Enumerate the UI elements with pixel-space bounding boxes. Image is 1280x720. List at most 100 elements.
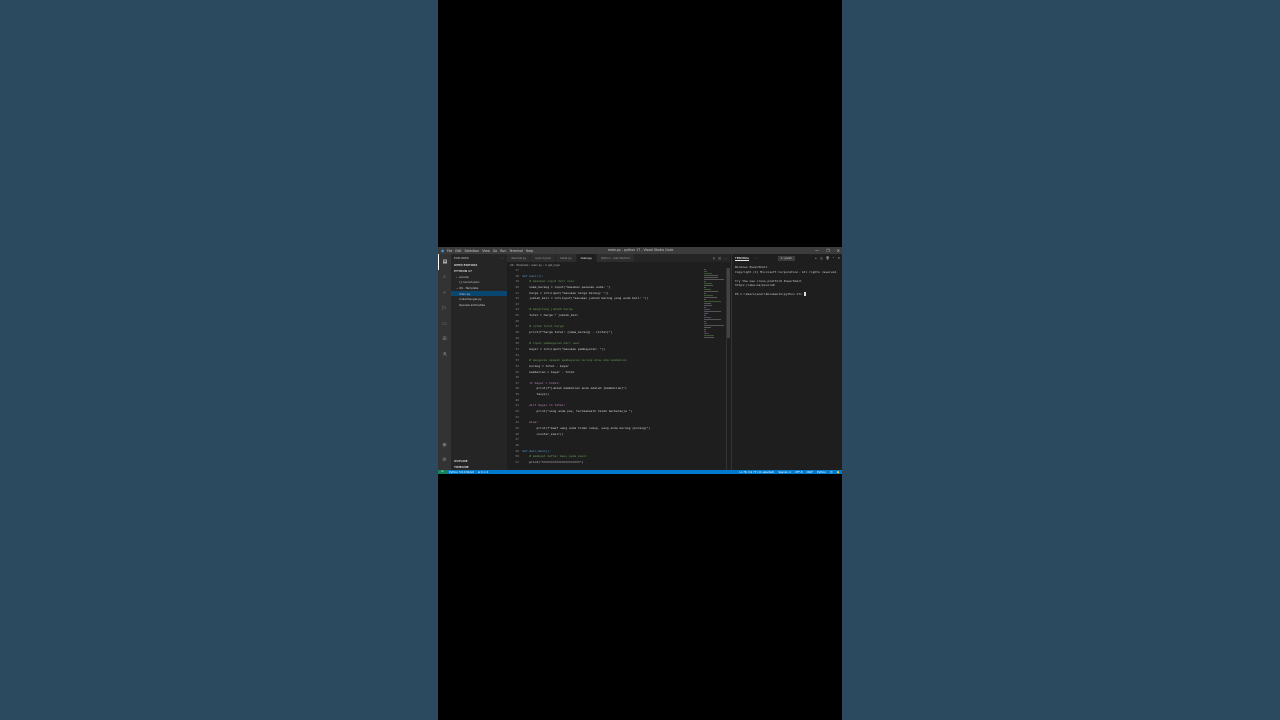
minimap-line bbox=[704, 327, 711, 328]
gear-icon[interactable]: ⚙ bbox=[438, 453, 451, 469]
extensions-icon[interactable]: ⊞ bbox=[438, 332, 451, 348]
explorer-more-button[interactable]: ··· bbox=[501, 256, 504, 260]
minimap-line bbox=[704, 323, 707, 324]
minimap-line bbox=[704, 319, 722, 320]
editor-tab[interactable]: tabel.py bbox=[556, 254, 577, 262]
cursor-position[interactable]: Ln 78, Col 77 (11 selected) bbox=[737, 471, 776, 474]
python-interpreter[interactable]: Python 3.9.0 64-bit bbox=[447, 471, 476, 474]
minimap-line bbox=[704, 281, 706, 282]
close-panel-icon[interactable]: ✕ bbox=[838, 256, 840, 260]
menu-view[interactable]: View bbox=[482, 249, 490, 253]
code-text: jumlah_beli = int(input("masukan jumlah … bbox=[522, 296, 649, 301]
minimap[interactable] bbox=[703, 268, 725, 348]
terminal-text: Try the new cross-platform PowerShell ht… bbox=[735, 278, 804, 288]
run-debug-icon[interactable]: ▷ bbox=[438, 301, 451, 317]
maximize-button[interactable]: ❐ bbox=[826, 247, 830, 254]
remote-indicator[interactable]: ⇆ bbox=[438, 470, 447, 474]
line-ending[interactable]: CRLF bbox=[804, 471, 815, 474]
feedback-icon[interactable]: ☺ bbox=[828, 471, 835, 474]
code-text: bayar = int(input("masukan pembayaran: "… bbox=[522, 346, 606, 351]
window-controls: — ❐ ✕ bbox=[815, 247, 840, 254]
code-text: print(f"harga total: {nama_barang} - {to… bbox=[522, 330, 613, 335]
minimap-line bbox=[704, 295, 714, 296]
editor-tab[interactable]: main.py bbox=[576, 254, 597, 262]
menu-selection[interactable]: Selection bbox=[465, 249, 480, 253]
minimap-line bbox=[704, 329, 706, 330]
language-mode[interactable]: Python bbox=[815, 471, 828, 474]
editor-tab[interactable]: launch.json bbox=[531, 254, 557, 262]
scrollbar-thumb[interactable] bbox=[727, 268, 730, 338]
code-text: counter_kasir() bbox=[522, 431, 564, 436]
code-editor[interactable]: 17 18 def kasir(): 19 # masukan input dari … bbox=[507, 268, 703, 470]
tab-terminal[interactable]: TERMINAL bbox=[735, 256, 750, 261]
minimap-line bbox=[704, 297, 718, 298]
split-editor-icon[interactable]: ◫ bbox=[718, 254, 721, 262]
remote-explorer-icon[interactable]: ▭ bbox=[438, 316, 451, 332]
editor-tab[interactable]: desimal.py bbox=[507, 254, 532, 262]
left-backdrop bbox=[0, 0, 438, 720]
minimap-line bbox=[704, 333, 709, 334]
explorer-header: EXPLORER bbox=[454, 256, 469, 260]
menu-edit[interactable]: Edit bbox=[455, 249, 461, 253]
terminal-text: Windows PowerShell bbox=[735, 265, 768, 269]
account-icon[interactable]: ◉ bbox=[438, 437, 451, 453]
minimap-line bbox=[704, 301, 721, 302]
search-icon[interactable]: ⌕ bbox=[438, 270, 451, 286]
minimap-line bbox=[704, 315, 706, 316]
maximize-panel-icon[interactable]: ⌃ bbox=[832, 256, 834, 260]
minimap-line bbox=[704, 311, 721, 312]
title-bar: ◆ File Edit Selection View Go Run Terminal Help… bbox=[438, 247, 842, 254]
panel-more-button[interactable]: ··· bbox=[755, 256, 758, 260]
minimap-line bbox=[704, 313, 709, 314]
activity-bar: ▤ ⌕ ⑂ ▷ ▭ ⊞ ⚗ ◉ ⚙ bbox=[438, 254, 451, 470]
minimap-line bbox=[704, 277, 718, 278]
menu-help[interactable]: Help bbox=[526, 249, 533, 253]
terminal-output[interactable]: Windows PowerShell Copyright (C) Microsof… bbox=[732, 262, 842, 300]
new-terminal-icon[interactable]: + bbox=[815, 256, 817, 260]
minimize-button[interactable]: — bbox=[815, 247, 819, 254]
editor-scrollbar[interactable] bbox=[726, 268, 730, 470]
code-text: print("=====================") bbox=[522, 459, 584, 464]
minimap-line bbox=[704, 275, 718, 276]
menu-run[interactable]: Run bbox=[500, 249, 506, 253]
notifications-icon[interactable]: 🔔 bbox=[835, 471, 842, 474]
minimap-line bbox=[704, 303, 712, 304]
minimap-line bbox=[704, 293, 706, 294]
file-tree-item[interactable]: Operasi aritmatika bbox=[451, 302, 507, 308]
minimap-line bbox=[704, 271, 708, 272]
minimap-line bbox=[704, 291, 719, 292]
menu-terminal[interactable]: Terminal bbox=[509, 249, 522, 253]
explorer-icon[interactable]: ▤ bbox=[438, 254, 451, 270]
menu-file[interactable]: File bbox=[447, 249, 452, 253]
editor-area: desimal.py launch.json tabel.py main.py Pyth… bbox=[507, 254, 730, 470]
minimap-line bbox=[704, 283, 712, 284]
terminal-line: PS C:\Users\acer\Documents\python 17> bbox=[735, 292, 840, 297]
source-control-icon[interactable]: ⑂ bbox=[438, 285, 451, 301]
terminal-line: Copyright (C) Microsoft Corporation. All… bbox=[735, 270, 840, 275]
kill-terminal-icon[interactable]: 🗑 bbox=[826, 256, 830, 260]
terminal-text: Copyright (C) Microsoft Corporation. All… bbox=[735, 269, 838, 274]
editor-tabs: desimal.py launch.json tabel.py main.py Pyth… bbox=[507, 254, 730, 262]
terminal-line: Try the new cross-platform PowerShell ht… bbox=[735, 279, 840, 288]
minimap-line bbox=[704, 279, 724, 280]
terminal-selector[interactable]: 1: pwsh bbox=[777, 255, 795, 261]
run-file-icon[interactable]: ▷ bbox=[713, 254, 715, 262]
testing-icon[interactable]: ⚗ bbox=[438, 347, 451, 363]
minimap-line bbox=[704, 317, 711, 318]
vscode-window: ◆ File Edit Selection View Go Run Terminal Help… bbox=[438, 247, 842, 474]
minimap-line bbox=[704, 309, 710, 310]
problems-count[interactable]: ⊗ 0 ⚠ 0 bbox=[476, 471, 490, 474]
vscode-logo-icon: ◆ bbox=[440, 248, 445, 253]
explorer-sidebar: EXPLORER ··· OPEN EDITORS PYTHON 17 › .v… bbox=[451, 254, 507, 470]
minimap-line bbox=[704, 337, 714, 338]
indentation[interactable]: Spaces: 4 bbox=[776, 471, 793, 474]
code-text: tanya() bbox=[522, 392, 550, 397]
right-backdrop bbox=[842, 0, 1280, 720]
split-terminal-icon[interactable]: ◫ bbox=[820, 256, 823, 260]
more-actions-icon[interactable]: ··· bbox=[724, 254, 727, 262]
close-button[interactable]: ✕ bbox=[837, 247, 840, 254]
minimap-line bbox=[704, 325, 724, 326]
editor-tab[interactable]: Python - Get Started bbox=[596, 254, 635, 262]
menu-go[interactable]: Go bbox=[493, 249, 497, 253]
encoding[interactable]: UTF-8 bbox=[793, 471, 805, 474]
